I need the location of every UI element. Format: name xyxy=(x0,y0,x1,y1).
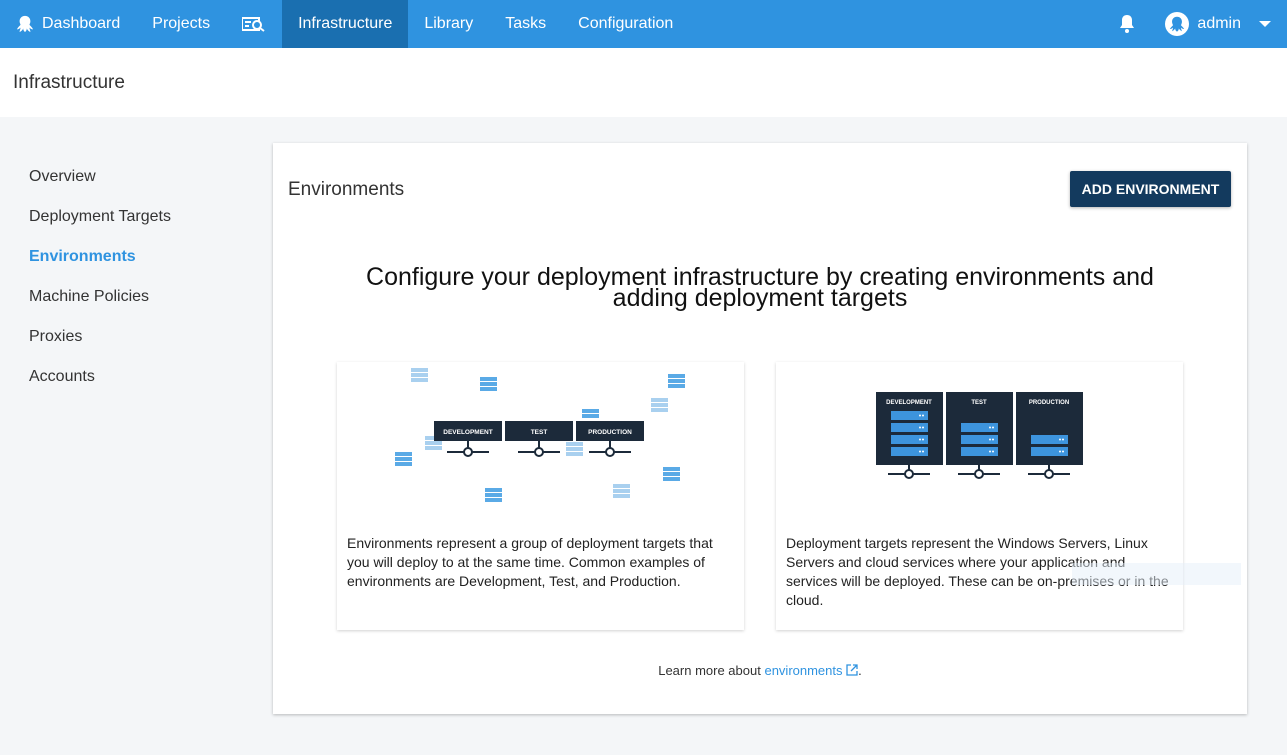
sidebar-item-machine-policies[interactable]: Machine Policies xyxy=(29,288,149,306)
panel-title: Environments xyxy=(288,179,405,200)
environments-link-text: environments xyxy=(764,663,843,678)
user-name: admin xyxy=(1197,15,1241,32)
chevron-down-icon xyxy=(1259,0,1273,48)
environments-illustration: DEVELOPMENT TEST PRODUCTION xyxy=(395,368,685,502)
notifications-button[interactable] xyxy=(1103,0,1151,48)
sidebar-item-environments[interactable]: Environments xyxy=(29,248,136,266)
sidebar-item-deployment-targets[interactable]: Deployment Targets xyxy=(29,208,171,226)
octopus-avatar-icon xyxy=(1170,16,1185,32)
nav-label: Infrastructure xyxy=(298,15,393,32)
page-title: Infrastructure xyxy=(13,72,125,93)
rack-label-production: PRODUCTION xyxy=(1029,400,1069,406)
sidebar-item-proxies[interactable]: Proxies xyxy=(29,328,82,346)
nav-label: Library xyxy=(424,15,474,32)
nav-infrastructure[interactable]: Infrastructure xyxy=(282,0,409,48)
nav-projects[interactable]: Projects xyxy=(136,0,226,48)
environments-docs-link[interactable]: environments xyxy=(764,663,858,678)
nav-label: Dashboard xyxy=(42,15,121,32)
environments-description: Environments represent a group of deploy… xyxy=(347,535,713,589)
add-environment-button[interactable]: ADD ENVIRONMENT xyxy=(1070,171,1231,207)
nav-search[interactable] xyxy=(226,0,282,48)
learn-more-suffix: . xyxy=(858,663,862,678)
nav-library[interactable]: Library xyxy=(408,0,489,48)
octopus-icon xyxy=(16,15,34,33)
nav-label: Projects xyxy=(152,15,211,32)
env-label-test: TEST xyxy=(531,429,548,436)
nav-tasks[interactable]: Tasks xyxy=(489,0,562,48)
environments-panel: Environments ADD ENVIRONMENT Configure y… xyxy=(273,143,1247,714)
env-label-development: DEVELOPMENT xyxy=(443,429,493,436)
server-racks: DEVELOPMENT TEST PRODUCTION xyxy=(876,392,1083,479)
environments-info-card: DEVELOPMENT TEST PRODUCTION Environments… xyxy=(337,362,744,630)
top-nav: Dashboard Projects Infrastructure Librar… xyxy=(0,0,1287,48)
faded-overlay xyxy=(1072,563,1241,585)
nav-configuration[interactable]: Configuration xyxy=(562,0,689,48)
env-label-production: PRODUCTION xyxy=(588,429,632,436)
onboarding-headline: Configure your deployment infrastructure… xyxy=(313,265,1207,312)
rack-label-test: TEST xyxy=(971,400,987,406)
user-menu[interactable]: admin xyxy=(1151,0,1287,48)
rack-label-development: DEVELOPMENT xyxy=(886,400,932,406)
bell-icon xyxy=(1120,15,1135,33)
external-link-icon xyxy=(846,664,858,676)
learn-more: Learn more about environments . xyxy=(273,663,1247,678)
deployment-targets-info-card: DEVELOPMENT TEST PRODUCTION Deployment t… xyxy=(776,362,1183,630)
nav-label: Tasks xyxy=(505,15,547,32)
headline-line-2: adding deployment targets xyxy=(612,284,908,312)
page-header: Infrastructure xyxy=(0,48,1287,117)
environment-labels: DEVELOPMENT TEST PRODUCTION xyxy=(434,421,644,457)
sidebar-item-accounts[interactable]: Accounts xyxy=(29,368,95,386)
sidebar-item-overview[interactable]: Overview xyxy=(29,168,96,186)
learn-more-prefix: Learn more about xyxy=(658,663,761,678)
deployment-targets-illustration: DEVELOPMENT TEST PRODUCTION xyxy=(876,392,1083,479)
search-icon xyxy=(242,17,265,32)
nav-label: Configuration xyxy=(578,15,674,32)
nav-right: admin xyxy=(1103,0,1287,48)
nav-dashboard[interactable]: Dashboard xyxy=(0,0,136,48)
avatar xyxy=(1165,12,1190,36)
